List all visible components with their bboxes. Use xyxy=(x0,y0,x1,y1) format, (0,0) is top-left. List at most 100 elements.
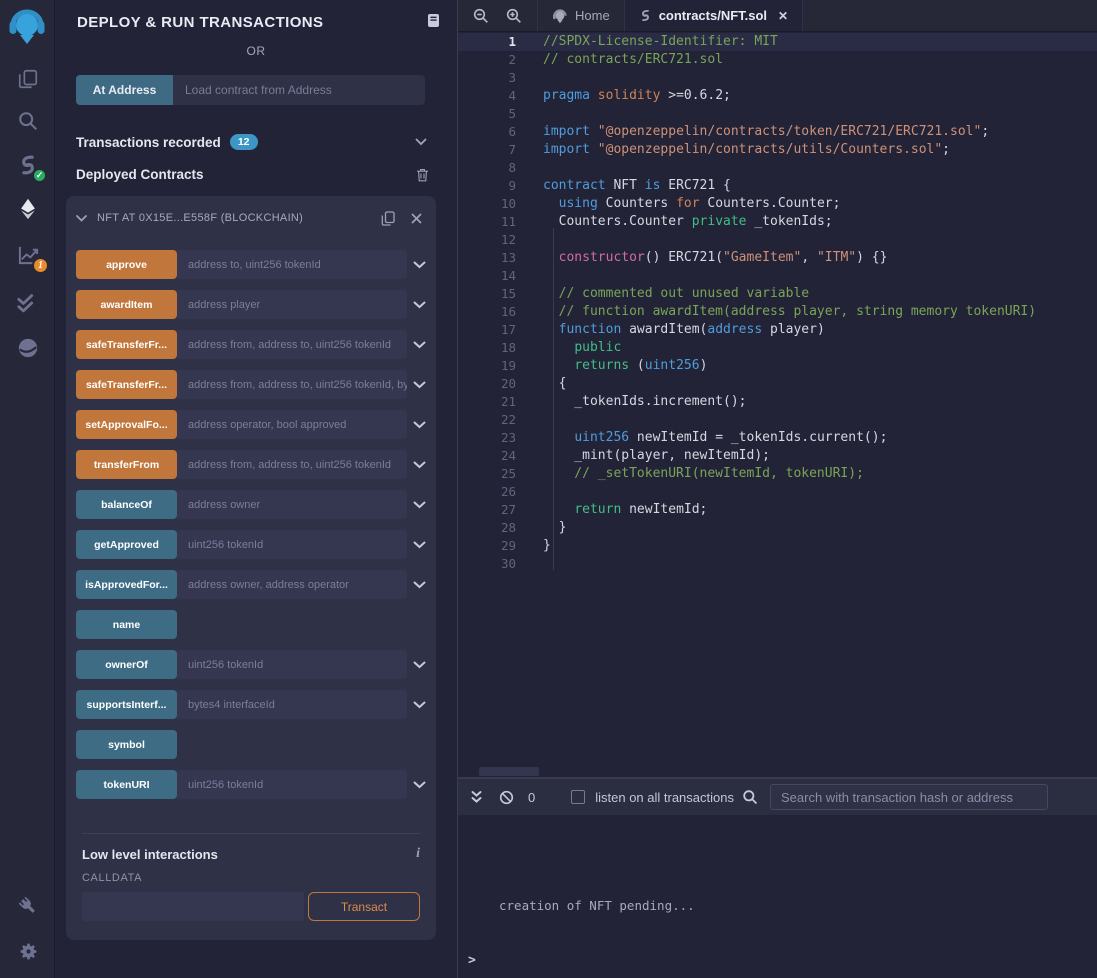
terminal-search-input[interactable] xyxy=(770,784,1048,810)
horizontal-scrollbar[interactable] xyxy=(479,767,539,776)
expand-function-chevron[interactable] xyxy=(407,461,426,469)
function-params-input[interactable]: bytes4 interfaceId xyxy=(177,690,407,719)
expand-function-chevron[interactable] xyxy=(407,261,426,269)
copy-icon[interactable] xyxy=(381,211,395,226)
function-button[interactable]: supportsInterf... xyxy=(76,690,177,719)
function-button[interactable]: safeTransferFr... xyxy=(76,370,177,399)
chevron-down-icon[interactable] xyxy=(76,215,87,222)
expand-function-chevron[interactable] xyxy=(407,341,426,349)
function-params-input[interactable]: address to, uint256 tokenId xyxy=(177,250,407,279)
documentation-book-icon[interactable] xyxy=(426,13,441,28)
function-row: approveaddress to, uint256 tokenId xyxy=(76,250,426,279)
listen-checkbox[interactable] xyxy=(571,790,585,804)
function-params-input[interactable]: uint256 tokenId xyxy=(177,650,407,679)
zoom-out-icon[interactable] xyxy=(473,8,489,24)
code-editor[interactable]: 1//SPDX-License-Identifier: MIT2// contr… xyxy=(458,33,1097,573)
chevron-down-icon[interactable] xyxy=(415,138,427,146)
calldata-label: CALLDATA xyxy=(82,872,420,884)
settings-gear-icon[interactable] xyxy=(15,938,41,964)
compile-success-badge: ✓ xyxy=(32,168,47,183)
expand-function-chevron[interactable] xyxy=(407,381,426,389)
tab-nft-sol[interactable]: contracts/NFT.sol ✕ xyxy=(624,0,803,31)
function-params-input[interactable]: address player xyxy=(177,290,407,319)
transactions-count-badge: 12 xyxy=(230,134,258,150)
tab-bar: Home contracts/NFT.sol ✕ xyxy=(458,0,1097,32)
function-row: ownerOfuint256 tokenId xyxy=(76,650,426,679)
expand-function-chevron[interactable] xyxy=(407,501,426,509)
deploy-run-icon[interactable] xyxy=(15,196,41,222)
solidity-compiler-icon[interactable]: ✓ xyxy=(15,152,41,178)
tab-home[interactable]: Home xyxy=(537,0,624,31)
transact-button[interactable]: Transact xyxy=(308,892,420,921)
function-button[interactable]: approve xyxy=(76,250,177,279)
at-address-row: At Address Load contract from Address xyxy=(76,75,425,105)
clear-console-icon[interactable] xyxy=(499,790,514,805)
search-icon[interactable] xyxy=(15,108,41,134)
function-params-input[interactable]: address operator, bool approved xyxy=(177,410,407,439)
trash-icon[interactable] xyxy=(416,168,429,182)
instance-header[interactable]: NFT AT 0X15E...E558F (BLOCKCHAIN) xyxy=(76,206,426,230)
function-row: getApproveduint256 tokenId xyxy=(76,530,426,559)
expand-function-chevron[interactable] xyxy=(407,781,426,789)
remix-logo-icon[interactable] xyxy=(7,6,47,46)
solidity-file-icon xyxy=(639,8,652,23)
function-button[interactable]: symbol xyxy=(76,730,177,759)
file-explorer-icon[interactable] xyxy=(15,66,41,92)
close-icon[interactable]: ✕ xyxy=(778,9,788,23)
remix-ide-window: ✓ 1 xyxy=(0,0,1097,978)
terminal: 0 listen on all transactions creation of… xyxy=(457,777,1097,978)
expand-function-chevron[interactable] xyxy=(407,421,426,429)
indent-guide xyxy=(553,228,554,570)
plugin-manager-icon[interactable] xyxy=(15,893,41,919)
function-params-input[interactable]: address from, address to, uint256 tokenI… xyxy=(177,450,407,479)
function-params-input[interactable]: address from, address to, uint256 tokenI… xyxy=(177,330,407,359)
plugin-sphere-icon[interactable] xyxy=(15,335,41,361)
function-row: transferFromaddress from, address to, ui… xyxy=(76,450,426,479)
function-row: awardItemaddress player xyxy=(76,290,426,319)
function-button[interactable]: tokenURI xyxy=(76,770,177,799)
instance-title: NFT AT 0X15E...E558F (BLOCKCHAIN) xyxy=(97,212,303,224)
deploy-run-panel: DEPLOY & RUN TRANSACTIONS OR At Address … xyxy=(55,0,457,978)
function-button[interactable]: isApprovedFor... xyxy=(76,570,177,599)
calldata-input[interactable] xyxy=(82,892,304,921)
close-icon[interactable] xyxy=(411,213,422,224)
listen-label: listen on all transactions xyxy=(595,790,734,805)
function-button[interactable]: getApproved xyxy=(76,530,177,559)
function-params-input[interactable]: address owner, address operator xyxy=(177,570,407,599)
function-button[interactable]: safeTransferFr... xyxy=(76,330,177,359)
deployed-contract-instance: NFT AT 0X15E...E558F (BLOCKCHAIN) approv… xyxy=(66,196,436,940)
analysis-warning-badge: 1 xyxy=(32,257,49,274)
function-button[interactable]: balanceOf xyxy=(76,490,177,519)
low-level-interactions: Low level interactions i CALLDATA Transa… xyxy=(76,833,426,921)
expand-terminal-icon[interactable] xyxy=(470,790,483,804)
expand-function-chevron[interactable] xyxy=(407,541,426,549)
unit-testing-icon[interactable] xyxy=(15,290,41,316)
at-address-input[interactable]: Load contract from Address xyxy=(173,75,425,105)
static-analysis-icon[interactable]: 1 xyxy=(15,241,41,267)
low-level-title: Low level interactions xyxy=(82,847,218,862)
function-params-input[interactable]: uint256 tokenId xyxy=(177,770,407,799)
info-icon[interactable]: i xyxy=(416,846,420,862)
function-button[interactable]: setApprovalFo... xyxy=(76,410,177,439)
expand-function-chevron[interactable] xyxy=(407,701,426,709)
expand-function-chevron[interactable] xyxy=(407,581,426,589)
panel-title: DEPLOY & RUN TRANSACTIONS xyxy=(77,14,323,31)
terminal-prompt: > xyxy=(468,953,476,968)
expand-function-chevron[interactable] xyxy=(407,301,426,309)
function-row: setApprovalFo...address operator, bool a… xyxy=(76,410,426,439)
function-params-input[interactable]: address from, address to, uint256 tokenI… xyxy=(177,370,407,399)
expand-function-chevron[interactable] xyxy=(407,661,426,669)
function-button[interactable]: name xyxy=(76,610,177,639)
search-icon xyxy=(742,789,758,805)
function-row: safeTransferFr...address from, address t… xyxy=(76,370,426,399)
function-button[interactable]: ownerOf xyxy=(76,650,177,679)
function-row: supportsInterf...bytes4 interfaceId xyxy=(76,690,426,719)
at-address-button[interactable]: At Address xyxy=(76,75,173,105)
zoom-in-icon[interactable] xyxy=(506,8,522,24)
function-params-input[interactable]: uint256 tokenId xyxy=(177,530,407,559)
function-row: symbol xyxy=(76,730,426,759)
function-button[interactable]: transferFrom xyxy=(76,450,177,479)
function-params-input[interactable]: address owner xyxy=(177,490,407,519)
function-button[interactable]: awardItem xyxy=(76,290,177,319)
icon-rail: ✓ 1 xyxy=(0,0,55,978)
